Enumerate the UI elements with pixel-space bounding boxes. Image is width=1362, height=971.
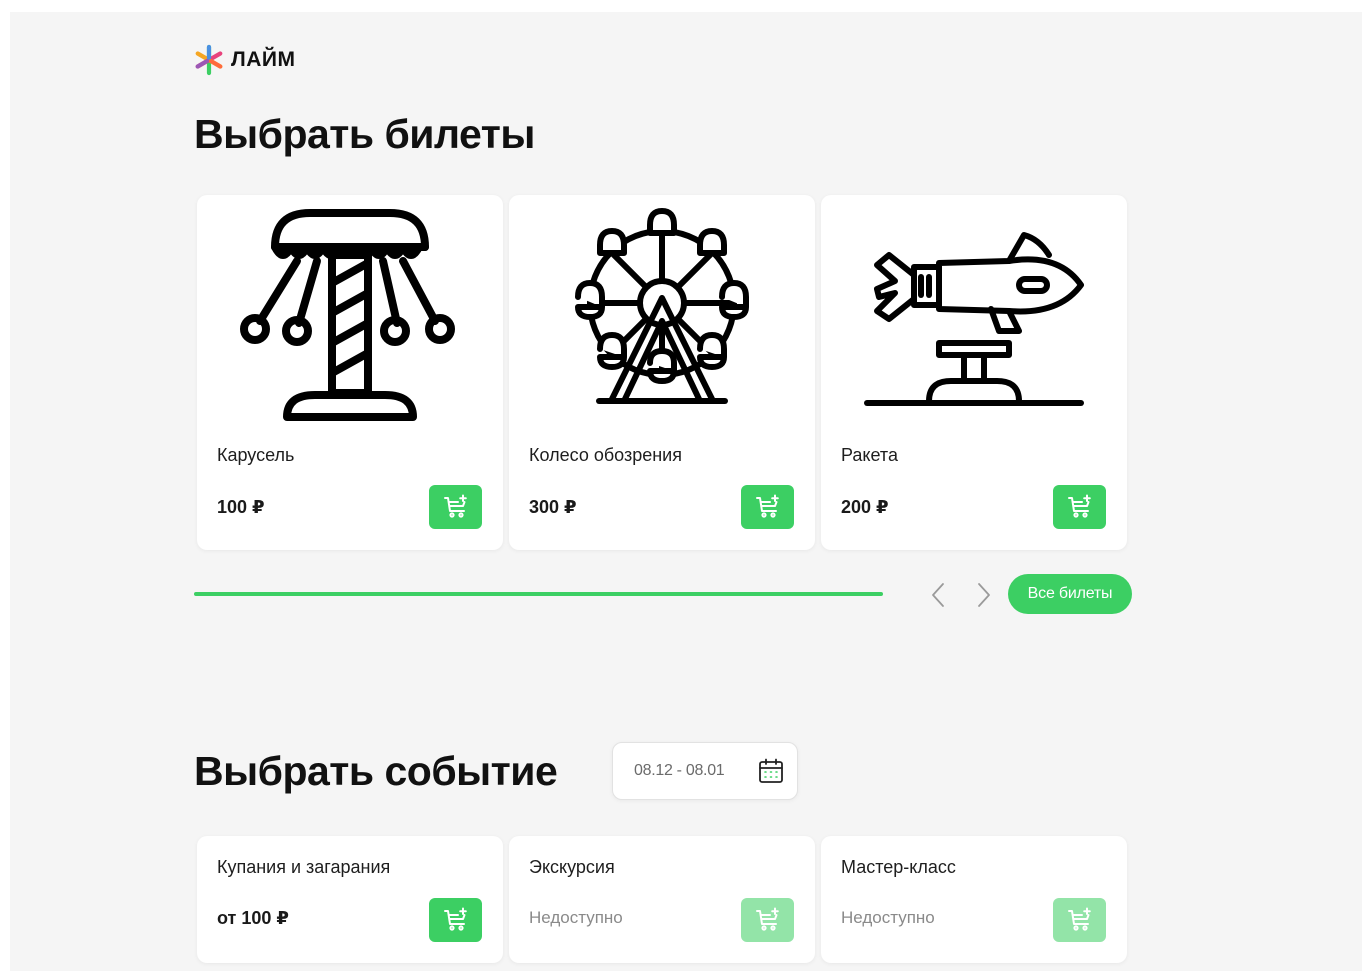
ticket-card-rocket[interactable]: Ракета 200 ₽: [821, 195, 1127, 550]
ticket-price: 100 ₽: [217, 497, 265, 517]
brand-logo[interactable]: ЛАЙМ: [193, 44, 296, 76]
event-name: Купания и загарания: [217, 857, 391, 877]
event-card-excursion[interactable]: Экскурсия Недоступно: [509, 836, 815, 963]
event-price: от 100 ₽: [217, 908, 289, 928]
add-to-cart-button-disabled[interactable]: [1053, 898, 1106, 942]
cart-add-icon: [755, 907, 779, 931]
ticket-price: 300 ₽: [529, 497, 577, 517]
ticket-price: 200 ₽: [841, 497, 889, 517]
event-availability: Недоступно: [529, 908, 623, 927]
add-to-cart-button[interactable]: [741, 485, 794, 529]
carousel-prev-button[interactable]: [926, 580, 950, 610]
add-to-cart-button-disabled[interactable]: [741, 898, 794, 942]
chevron-left-icon: [932, 583, 944, 607]
calendar-icon: [759, 758, 783, 783]
ticket-card-carousel[interactable]: Карусель 100 ₽: [197, 195, 503, 550]
date-range-value: 08.12 - 08.01: [634, 762, 725, 779]
add-to-cart-button[interactable]: [429, 485, 482, 529]
ticket-name: Ракета: [841, 445, 898, 465]
cart-add-icon: [443, 494, 467, 518]
event-card-master-class[interactable]: Мастер-класс Недоступно: [821, 836, 1127, 963]
cart-add-icon: [1067, 494, 1091, 518]
add-to-cart-button[interactable]: [1053, 485, 1106, 529]
ticket-name: Карусель: [217, 445, 295, 465]
event-name: Мастер-класс: [841, 857, 956, 877]
ticket-name: Колесо обозрения: [529, 445, 682, 465]
event-name: Экскурсия: [529, 857, 615, 877]
lime-star-logo-icon: [195, 44, 223, 76]
ferris-wheel-icon: [575, 208, 749, 404]
carousel-progress-bar[interactable]: [194, 592, 883, 596]
chevron-right-icon: [978, 583, 990, 607]
cart-add-icon: [1067, 907, 1091, 931]
tickets-section-title: Выбрать билеты: [194, 111, 535, 157]
cart-add-icon: [443, 907, 467, 931]
date-range-picker[interactable]: 08.12 - 08.01: [612, 742, 798, 800]
carousel-next-button[interactable]: [972, 580, 996, 610]
ticket-card-ferris-wheel[interactable]: Колесо обозрения 300 ₽: [509, 195, 815, 550]
add-to-cart-button[interactable]: [429, 898, 482, 942]
brand-name: ЛАЙМ: [231, 48, 296, 71]
rocket-ride-icon: [864, 232, 1084, 406]
all-tickets-button[interactable]: Все билеты: [1008, 574, 1132, 614]
event-card-swimming[interactable]: Купания и загарания от 100 ₽: [197, 836, 503, 963]
cart-add-icon: [755, 494, 779, 518]
event-availability: Недоступно: [841, 908, 935, 927]
events-section-title: Выбрать событие: [194, 748, 558, 794]
carousel-icon: [240, 209, 455, 421]
